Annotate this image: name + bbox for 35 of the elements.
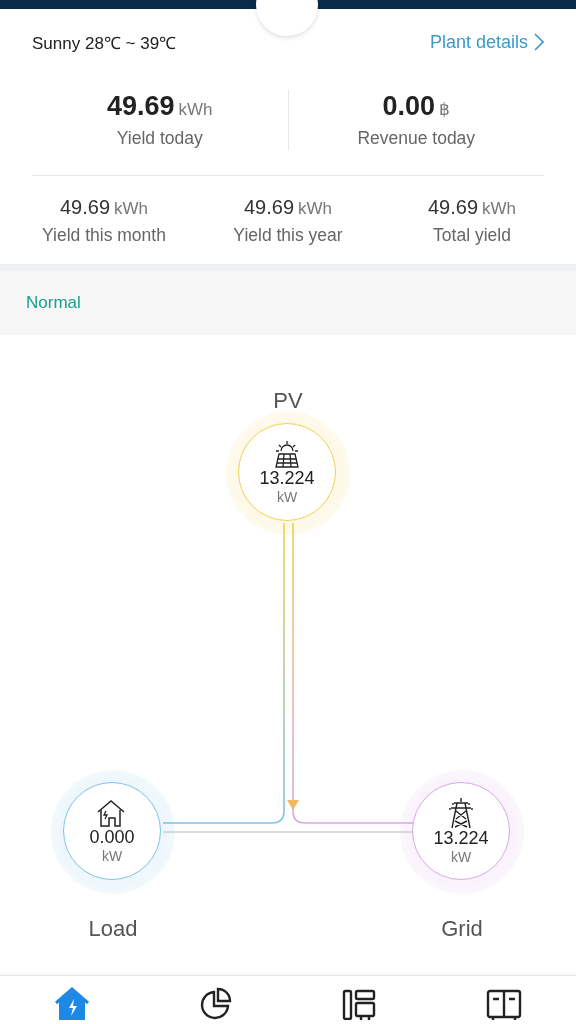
node-value: 13.224 <box>433 829 489 849</box>
node-value: 0.000 <box>89 828 135 848</box>
arrow-icon <box>287 800 299 810</box>
power-tower-icon <box>446 797 476 830</box>
node-circle[interactable]: 13.224 kW <box>238 423 336 521</box>
stat-value: 0.00 <box>382 91 436 122</box>
stat-value: 49.69 <box>427 196 479 219</box>
stat-unit: kWh <box>114 199 149 219</box>
home-bolt-icon <box>53 986 91 1020</box>
stat-label: Yield this month <box>42 225 166 246</box>
pie-chart-icon <box>198 986 234 1020</box>
node-label: PV <box>273 388 303 414</box>
stat-label: Total yield <box>433 225 511 246</box>
stat-value: 49.69 <box>106 91 175 122</box>
stat-value: 49.69 <box>243 196 295 219</box>
status-text: Normal <box>26 293 81 313</box>
stat-unit: ฿ <box>439 99 451 120</box>
solar-panel-icon <box>272 439 302 470</box>
stat-label: Yield today <box>116 128 203 149</box>
weather-text: Sunny 28℃ ~ 39℃ <box>32 32 178 54</box>
node-circle[interactable]: 13.224 kW <box>412 782 510 880</box>
node-value: 13.224 <box>259 469 315 489</box>
stat-label: Yield this year <box>233 225 343 246</box>
node-unit: kW <box>450 848 472 865</box>
chevron-right-icon <box>534 33 544 51</box>
stat-unit: kWh <box>482 199 517 219</box>
node-unit: kW <box>276 488 298 505</box>
node-label: Load <box>88 916 138 942</box>
stat-unit: kWh <box>178 100 213 120</box>
stat-label: Revenue today <box>357 128 476 149</box>
stat-unit: kWh <box>298 199 333 219</box>
node-label: Grid <box>441 916 483 942</box>
stat-value: 49.69 <box>59 196 111 219</box>
node-circle[interactable]: 0.000 kW <box>63 782 161 880</box>
node-unit: kW <box>101 847 123 864</box>
